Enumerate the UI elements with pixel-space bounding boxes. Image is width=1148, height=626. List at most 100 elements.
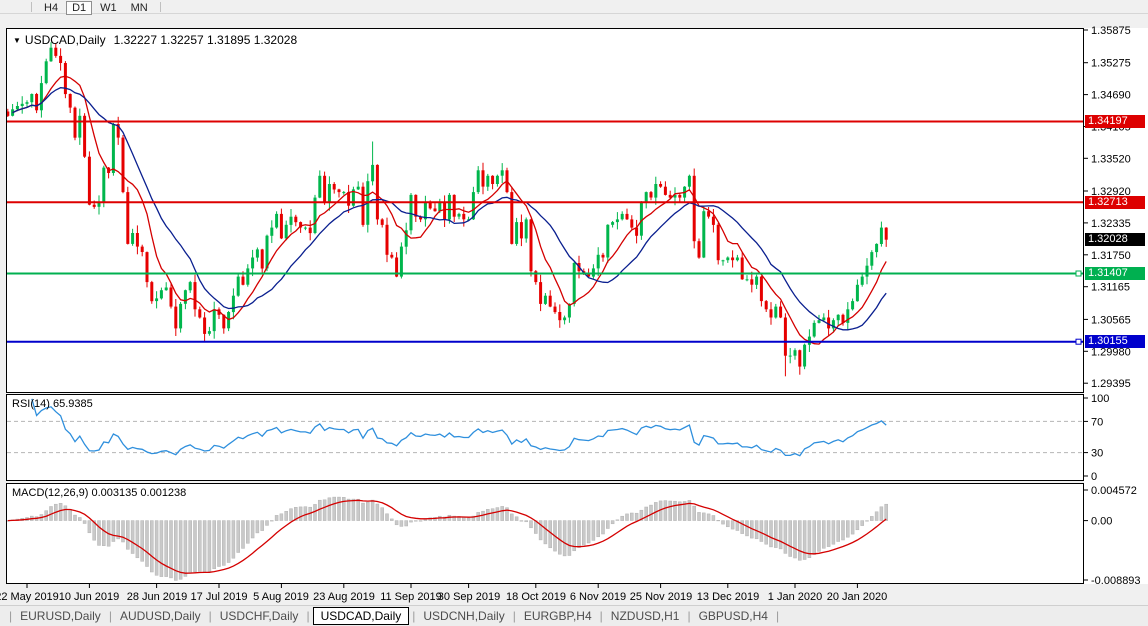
candle-body [726,258,729,261]
macd-bar [827,521,830,547]
date-tick-label: 30 Sep 2019 [438,591,500,603]
macd-bar [861,521,864,526]
macd-bar [462,517,465,520]
candle-body [549,296,552,307]
chart-tab-usdchf[interactable]: USDCHF,Daily [213,608,306,624]
macd-bar [616,520,619,521]
candle-body [342,192,345,193]
chart-tab-eurusd[interactable]: EURUSD,Daily [13,608,108,624]
macd-bar [765,521,768,545]
date-tick-label: 22 May 2019 [0,591,59,603]
candle-body [717,225,720,260]
macd-bar [515,517,518,521]
macd-bar [611,521,614,524]
tab-separator: | [776,609,779,623]
macd-bar [232,521,235,559]
candle-body [539,282,542,304]
tab-separator: | [109,609,112,623]
macd-bar [318,500,321,520]
candle-body [194,282,197,309]
macd-bar [242,521,245,549]
macd-signal-line [8,500,886,573]
candle-body [818,320,821,323]
macd-bar [842,521,845,540]
macd-bar [64,506,67,521]
macd-bar [328,498,331,521]
candle-body [779,307,782,318]
macd-bar [323,500,326,521]
candle-body [722,260,725,261]
candle-body [875,244,878,252]
candle-body [741,258,744,280]
macd-bar [760,521,763,542]
chart-tab-eurgbp[interactable]: EURGBP,H4 [517,608,599,624]
candle-body [750,279,753,284]
macd-bar [266,521,269,526]
macd-bar [285,511,288,520]
rsi-line [32,399,886,456]
macd-bar [194,521,197,572]
macd-bar [131,521,134,554]
candle-body [616,219,619,222]
rsi-tick-label: 100 [1091,393,1109,405]
macd-bar [366,502,369,520]
macd-bar [587,521,590,543]
candle-body [285,225,288,239]
candle-body [563,318,566,321]
candle-body [189,282,192,290]
macd-bar [602,521,605,534]
macd-bar [141,521,144,562]
candle-body [242,277,245,285]
level-handle-support-blue[interactable] [1076,339,1081,344]
price-tick-label: 1.31165 [1091,282,1130,294]
candle-body [462,214,465,219]
date-tick-label: 18 Oct 2019 [506,591,566,603]
chart-tab-audusd[interactable]: AUDUSD,Daily [113,608,208,624]
candle-body [712,217,715,225]
candle-body [530,219,533,271]
candle-body [155,298,158,301]
chart-tab-nzdusd[interactable]: NZDUSD,H1 [604,608,687,624]
macd-bar [102,521,105,546]
candle-body [443,203,446,219]
chart-tab-usdcnh[interactable]: USDCNH,Daily [416,608,511,624]
candle-body [606,225,609,258]
macd-bar [645,507,648,521]
macd-bar [621,516,624,520]
macd-bar [837,521,840,542]
chart-tab-gbpusd[interactable]: GBPUSD,H4 [692,608,775,624]
chart-canvas[interactable]: 1.358751.352751.346901.341051.335201.329… [0,0,1148,626]
candle-body [69,94,72,108]
macd-bar [304,507,307,521]
macd-bar [544,521,547,544]
macd-bar [78,518,81,521]
macd-bar [674,501,677,520]
macd-bar [770,521,773,547]
macd-bar [818,521,821,552]
candle-body [88,157,91,205]
candle-body [93,205,96,207]
chart-tab-bar: |EURUSD,Daily|AUDUSD,Daily|USDCHF,Daily|… [0,605,1148,626]
candle-body [381,219,384,225]
macd-bar [208,521,211,572]
macd-bar [650,505,653,520]
macd-bar [558,521,561,555]
candle-body [304,228,307,229]
macd-bar [578,521,581,548]
level-handle-support-green[interactable] [1076,271,1081,276]
macd-bar [237,521,240,553]
macd-bar [722,521,725,525]
candle-body [664,187,667,195]
macd-bar [126,521,129,550]
candle-body [50,48,53,62]
chart-symbol-dropdown-icon[interactable]: ▼ [13,36,21,45]
candle-body [477,170,480,192]
tab-separator: | [687,609,690,623]
candle-body [78,116,81,138]
candle-body [386,225,389,255]
candle-body [688,176,691,187]
candle-body [232,296,235,312]
candle-body [755,277,758,285]
date-tick-label: 5 Aug 2019 [253,591,309,603]
chart-tab-usdcad[interactable]: USDCAD,Daily [313,607,410,625]
